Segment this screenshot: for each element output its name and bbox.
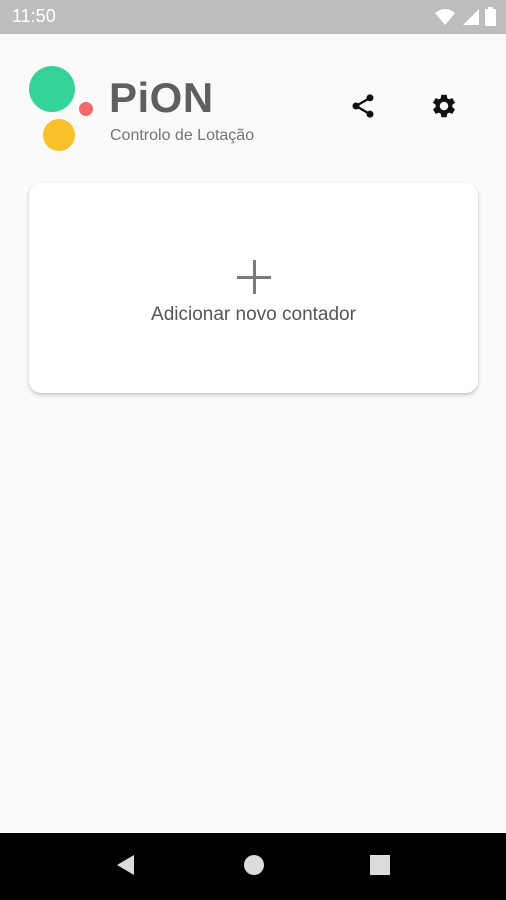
nav-back-button[interactable]: [112, 853, 140, 881]
app-subtitle: Controlo de Lotação: [110, 127, 255, 144]
app-title: PiON: [109, 74, 214, 121]
logo-red-dot: [79, 102, 93, 116]
settings-button[interactable]: [422, 86, 466, 130]
app-logo: [26, 66, 101, 156]
plus-icon: [237, 260, 271, 294]
back-icon: [114, 853, 138, 882]
add-counter-card[interactable]: Adicionar novo contador: [29, 183, 478, 393]
share-icon: [349, 92, 377, 125]
status-icons: [435, 7, 496, 26]
status-bar: 11:50: [0, 0, 506, 34]
logo-green-dot: [29, 66, 75, 112]
navigation-bar: [0, 833, 506, 900]
share-button[interactable]: [341, 86, 385, 130]
settings-icon: [430, 92, 458, 125]
signal-icon: [461, 8, 479, 26]
recents-icon: [368, 853, 392, 882]
battery-icon: [485, 7, 496, 26]
nav-recents-button[interactable]: [366, 853, 394, 881]
home-icon: [242, 853, 266, 882]
nav-home-button[interactable]: [240, 853, 268, 881]
wifi-icon: [435, 8, 455, 26]
add-counter-label: Adicionar novo contador: [151, 304, 356, 325]
app-header: PiON Controlo de Lotação: [0, 34, 506, 174]
logo-yellow-dot: [43, 119, 75, 151]
status-time: 11:50: [12, 6, 56, 26]
